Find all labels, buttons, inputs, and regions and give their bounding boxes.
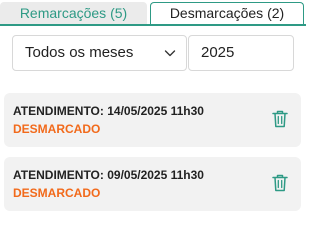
trash-icon[interactable] (272, 110, 288, 128)
chevron-down-icon (164, 50, 176, 57)
appointment-title: ATENDIMENTO: 14/05/2025 11h30 (13, 104, 204, 118)
appointment-card: ATENDIMENTO: 14/05/2025 11h30 DESMARCADO (4, 93, 301, 147)
appointment-title: ATENDIMENTO: 09/05/2025 11h30 (13, 168, 204, 182)
month-select[interactable]: Todos os meses (12, 35, 187, 71)
status-label: DESMARCADO (13, 186, 101, 200)
tab-underline (0, 24, 306, 26)
month-select-value: Todos os meses (25, 44, 134, 61)
year-input[interactable]: 2025 (188, 35, 294, 71)
tab-remarcacoes[interactable]: Remarcações (5) (0, 2, 147, 24)
appointment-card: ATENDIMENTO: 09/05/2025 11h30 DESMARCADO (4, 157, 301, 211)
status-label: DESMARCADO (13, 122, 101, 136)
tab-bar: Remarcações (5) Desmarcações (2) (0, 0, 306, 26)
tab-desmarcacoes[interactable]: Desmarcações (2) (150, 2, 304, 24)
year-input-value: 2025 (201, 44, 235, 61)
trash-icon[interactable] (272, 174, 288, 192)
